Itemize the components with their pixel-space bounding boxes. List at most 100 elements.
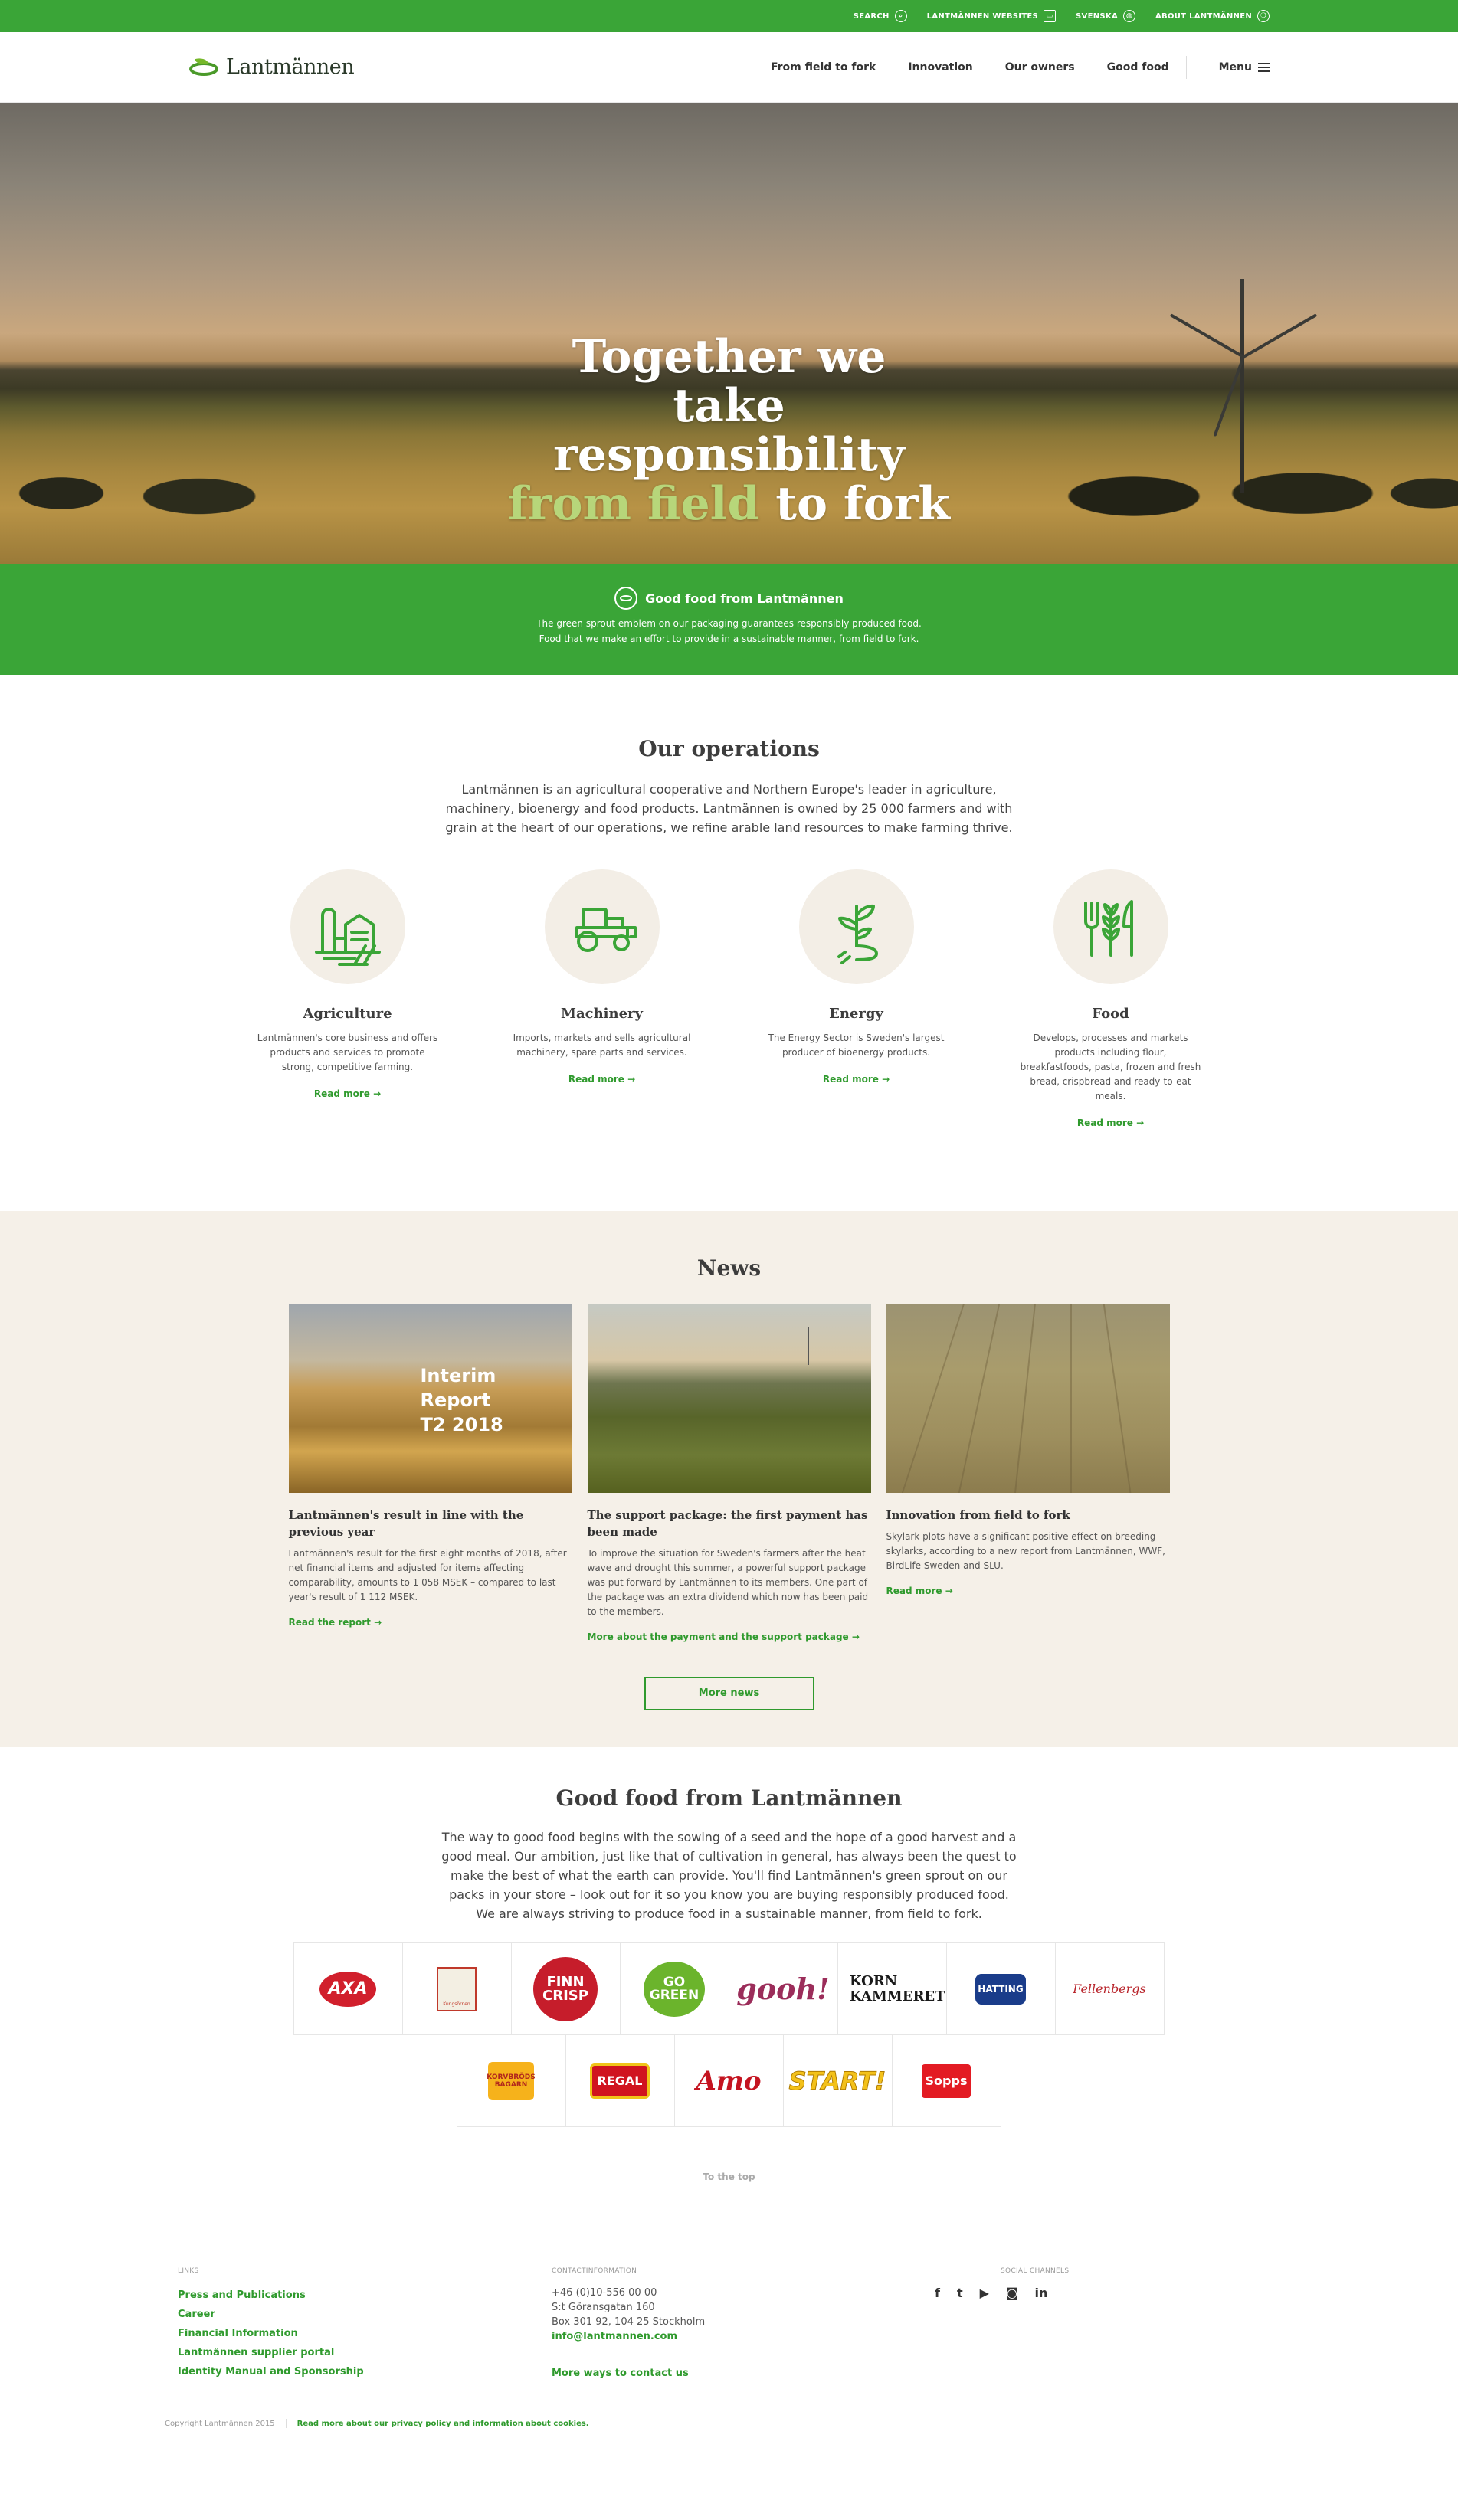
more-news-button[interactable]: More news	[644, 1677, 814, 1710]
divider	[285, 2419, 287, 2428]
hamburger-icon	[1258, 62, 1270, 72]
twitter-icon[interactable]: t	[957, 2286, 963, 2300]
read-more-link[interactable]: Read more →	[1077, 1118, 1144, 1128]
arrow-right-icon: →	[851, 1631, 860, 1642]
read-more-link[interactable]: Read more →	[568, 1074, 635, 1085]
contact-address: S:t Göransgatan 160	[552, 2302, 655, 2313]
contact-email-link[interactable]: info@lantmannen.com	[552, 2329, 705, 2344]
energy-sprout-icon	[798, 869, 914, 984]
menu-label: Menu	[1218, 61, 1252, 74]
nav-item-field-to-fork[interactable]: From field to fork	[771, 61, 876, 74]
news-text: Lantmännen's result for the first eight …	[288, 1548, 567, 1602]
search-link[interactable]: SEARCH ⌕	[854, 10, 907, 22]
about-link[interactable]: ABOUT LANTMÄNNEN ❍	[1155, 10, 1270, 22]
tractor-icon	[544, 869, 660, 984]
monitor-icon: ▭	[1044, 10, 1057, 22]
footer-bottom: Copyright Lantmännen 2015 Read more abou…	[165, 2419, 589, 2428]
brand-logo: KORN KAMMERET	[850, 1972, 945, 2005]
operation-card-energy: Energy The Energy Sector is Sweden's lar…	[765, 869, 949, 1129]
brand-logo: Fellenbergs	[1073, 1982, 1146, 1996]
search-icon: ⌕	[894, 10, 907, 22]
footer-link-career[interactable]: Career	[178, 2305, 364, 2324]
news-section: News Interim Report T2 2018 Lantmännen's…	[0, 1211, 1458, 1747]
hero-line: to fork	[759, 477, 950, 531]
logo[interactable]: Lantmännen	[188, 55, 355, 79]
good-food-banner: Good food from Lantmännen The green spro…	[0, 564, 1458, 675]
hero-highlight: from field	[508, 477, 760, 531]
brand-tile-go-green[interactable]: GO GREEN	[619, 1942, 729, 2035]
operation-title: Energy	[829, 1006, 883, 1022]
news-card[interactable]: Interim Report T2 2018 Lantmännen's resu…	[288, 1304, 572, 1643]
news-image-field-turbine	[587, 1304, 871, 1493]
good-food-section: Good food from Lantmännen The way to goo…	[0, 1747, 1458, 2221]
websites-link[interactable]: LANTMÄNNEN WEBSITES ▭	[927, 10, 1057, 22]
privacy-link[interactable]: Read more about our privacy policy and i…	[297, 2420, 589, 2428]
arrow-right-icon: →	[373, 1088, 382, 1099]
news-card[interactable]: Innovation from field to fork Skylark pl…	[886, 1304, 1170, 1643]
footer-links: LINKS Press and Publications Career Fina…	[178, 2267, 364, 2381]
youtube-icon[interactable]: ▶	[980, 2286, 989, 2300]
brand-tile-sopps[interactable]: Sopps	[891, 2034, 1001, 2127]
section-title: Good food from Lantmännen	[555, 1785, 903, 1811]
brand-tile-kornkammeret[interactable]: KORN KAMMERET	[837, 1942, 947, 2035]
footer-label: SOCIAL CHANNELS	[1001, 2267, 1070, 2275]
hero: Together we take responsibility from fie…	[0, 103, 1458, 564]
brand-logo: gooh!	[736, 1972, 830, 2006]
news-title[interactable]: Lantmännen's result in line with the pre…	[289, 1507, 572, 1540]
footer-contact: CONTACTINFORMATION +46 (0)10-556 00 00 S…	[552, 2267, 705, 2383]
sprout-logo-icon	[188, 55, 220, 77]
brand-tile-hatting[interactable]: HATTING	[945, 1942, 1056, 2035]
brand-tile-korvbrodsbagarn[interactable]: KORVBRÖDS BAGARN	[456, 2034, 566, 2127]
footer-label: CONTACTINFORMATION	[552, 2267, 637, 2275]
green-sprout-icon	[614, 587, 638, 610]
brand-logo: HATTING	[975, 1973, 1026, 2005]
to-top-link[interactable]: To the top	[0, 2171, 1458, 2182]
globe-icon: ◍	[1122, 10, 1135, 22]
brand-logo: KORVBRÖDS BAGARN	[487, 2061, 536, 2100]
brand-logo: FINN CRISP	[533, 1956, 598, 2021]
banner-text: Food that we make an effort to provide i…	[539, 633, 919, 644]
brand-tile-fellenbergs[interactable]: Fellenbergs	[1054, 1942, 1165, 2035]
linkedin-icon[interactable]: in	[1034, 2286, 1047, 2300]
nav-item-good-food[interactable]: Good food	[1107, 61, 1169, 74]
brand-tile-axa[interactable]: AXA	[293, 1942, 403, 2035]
operation-title: Food	[1092, 1006, 1129, 1022]
facebook-icon[interactable]: f	[935, 2286, 940, 2300]
section-lead: Lantmännen is an agricultural cooperativ…	[445, 782, 1013, 835]
footer-label: LINKS	[178, 2267, 199, 2275]
footer-link-supplier-portal[interactable]: Lantmännen supplier portal	[178, 2343, 364, 2362]
brand-tile-finn-crisp[interactable]: FINN CRISP	[510, 1942, 621, 2035]
brand-tile-kungsornen[interactable]: Kungsörnen	[401, 1942, 512, 2035]
section-title: News	[696, 1255, 762, 1281]
contact-phone: +46 (0)10-556 00 00	[552, 2287, 657, 2299]
brand-tile-start[interactable]: START!	[782, 2034, 893, 2127]
site-header: Lantmännen From field to fork Innovation…	[0, 32, 1458, 103]
instagram-icon[interactable]: ◙	[1006, 2286, 1018, 2300]
language-link[interactable]: SVENSKA ◍	[1076, 10, 1135, 22]
news-link[interactable]: Read the report →	[289, 1617, 382, 1628]
news-title[interactable]: The support package: the first payment h…	[588, 1507, 871, 1540]
news-link[interactable]: Read more →	[886, 1586, 953, 1596]
footer-link-financial[interactable]: Financial Information	[178, 2324, 364, 2343]
operation-title: Agriculture	[303, 1006, 392, 1022]
news-image-wheat: Interim Report T2 2018	[288, 1304, 572, 1493]
contact-address: Box 301 92, 104 25 Stockholm	[552, 2316, 706, 2328]
footer-link-press[interactable]: Press and Publications	[178, 2286, 364, 2305]
read-more-link[interactable]: Read more →	[314, 1088, 381, 1099]
hero-line: take	[673, 379, 785, 433]
nav-item-owners[interactable]: Our owners	[1005, 61, 1075, 74]
news-title[interactable]: Innovation from field to fork	[886, 1507, 1170, 1523]
read-more-link[interactable]: Read more →	[823, 1074, 890, 1085]
footer-link-identity-manual[interactable]: Identity Manual and Sponsorship	[178, 2362, 364, 2381]
nav-item-innovation[interactable]: Innovation	[908, 61, 972, 74]
brand-tile-amo[interactable]: Amo	[673, 2034, 784, 2127]
news-card[interactable]: The support package: the first payment h…	[587, 1304, 871, 1643]
news-link[interactable]: More about the payment and the support p…	[588, 1631, 860, 1642]
hero-line: responsibility	[553, 428, 905, 482]
menu-button[interactable]: Menu	[1219, 61, 1270, 74]
arrow-right-icon: →	[1136, 1118, 1145, 1128]
brand-tile-gooh[interactable]: gooh!	[728, 1942, 838, 2035]
brand-tile-regal[interactable]: REGAL	[565, 2034, 675, 2127]
more-contact-link[interactable]: More ways to contact us	[552, 2364, 705, 2383]
main-nav: From field to fork Innovation Our owners…	[771, 55, 1270, 79]
